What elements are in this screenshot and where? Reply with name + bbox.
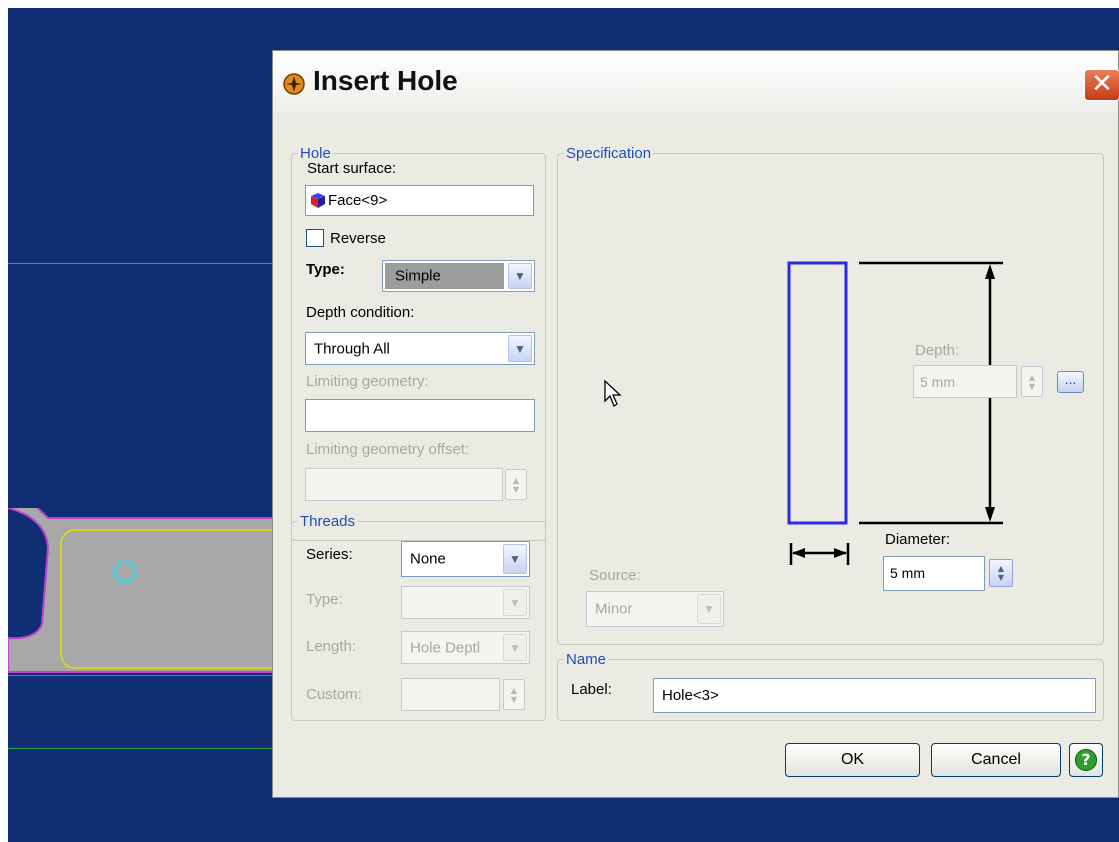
dialog-titlebar[interactable]: Insert Hole ✕ <box>273 51 1119 113</box>
start-surface-field[interactable]: Face<9> <box>305 185 534 216</box>
depth-value: 5 mm <box>920 374 955 390</box>
depth-spinner[interactable]: ▲ ▼ <box>1021 366 1043 397</box>
depth-condition-label: Depth condition: <box>306 304 415 321</box>
type-label: Type: <box>306 261 345 278</box>
depth-more-button[interactable]: ... <box>1057 371 1084 393</box>
name-legend: Name <box>566 651 607 668</box>
part-geometry <box>8 508 273 673</box>
thread-type-label: Type: <box>306 591 343 608</box>
label-label: Label: <box>571 681 612 698</box>
ok-button[interactable]: OK <box>785 743 920 777</box>
type-select[interactable]: Simple ▼ <box>382 260 535 292</box>
diameter-field[interactable]: 5 mm <box>883 556 985 591</box>
help-icon: ? <box>1075 749 1097 771</box>
depth-field[interactable]: 5 mm <box>913 365 1017 398</box>
depth-condition-select[interactable]: Through All ▼ <box>305 332 535 365</box>
thread-length-label: Length: <box>306 638 357 655</box>
thread-type-select[interactable]: ▼ <box>401 586 530 619</box>
label-value: Hole<3> <box>662 687 719 704</box>
depth-condition-value: Through All <box>314 340 390 357</box>
start-surface-value: Face<9> <box>328 192 388 209</box>
face-cube-icon <box>311 193 325 208</box>
series-select[interactable]: None ▼ <box>401 541 530 577</box>
custom-field[interactable] <box>401 678 500 711</box>
chevron-down-icon[interactable]: ▼ <box>503 634 527 661</box>
thread-length-select[interactable]: Hole Deptl ▼ <box>401 631 530 664</box>
close-button[interactable]: ✕ <box>1084 69 1119 101</box>
custom-spinner[interactable]: ▲ ▼ <box>503 679 525 710</box>
thread-length-value: Hole Deptl <box>410 639 481 656</box>
chevron-down-icon[interactable]: ▼ <box>503 544 527 574</box>
chevron-down-icon[interactable]: ▼ <box>697 594 721 624</box>
dialog-title: Insert Hole <box>313 65 458 96</box>
cancel-button[interactable]: Cancel <box>931 743 1061 777</box>
mouse-pointer-icon <box>604 379 622 407</box>
type-select-value: Simple <box>395 267 441 285</box>
start-surface-label: Start surface: <box>307 160 397 177</box>
chevron-down-icon[interactable]: ▼ <box>503 589 527 616</box>
part-edge-line <box>8 748 273 749</box>
series-label: Series: <box>306 546 353 563</box>
depth-label: Depth: <box>915 342 960 359</box>
hole-profile-outline <box>787 261 848 525</box>
chevron-down-icon[interactable]: ▼ <box>508 263 532 289</box>
diameter-value: 5 mm <box>890 565 925 581</box>
source-select-value: Minor <box>595 600 633 618</box>
source-label: Source: <box>589 567 641 584</box>
label-field[interactable]: Hole<3> <box>653 678 1096 713</box>
diameter-spinner[interactable]: ▲ ▼ <box>989 559 1013 587</box>
diameter-label: Diameter: <box>885 531 951 548</box>
part-gear-icon <box>283 73 305 95</box>
limiting-geometry-label: Limiting geometry: <box>306 373 429 390</box>
reverse-checkbox[interactable] <box>306 229 324 247</box>
limiting-geometry-field[interactable] <box>305 399 535 432</box>
limiting-offset-field[interactable] <box>305 468 503 501</box>
insert-hole-dialog: Insert Hole ✕ Hole Start surface: Face<9… <box>272 50 1119 798</box>
limiting-offset-spinner[interactable]: ▲ ▼ <box>505 469 527 500</box>
part-edge-line <box>8 263 273 264</box>
specification-legend: Specification <box>566 145 652 162</box>
series-select-value: None <box>410 550 446 568</box>
source-select[interactable]: Minor ▼ <box>586 591 724 627</box>
hole-diagram <box>787 261 1003 565</box>
custom-label: Custom: <box>306 686 362 703</box>
help-button[interactable]: ? <box>1069 743 1103 777</box>
reverse-label: Reverse <box>330 230 386 247</box>
chevron-down-icon[interactable]: ▼ <box>508 335 532 362</box>
threads-legend: Threads <box>300 513 356 530</box>
limiting-offset-label: Limiting geometry offset: <box>306 441 470 458</box>
